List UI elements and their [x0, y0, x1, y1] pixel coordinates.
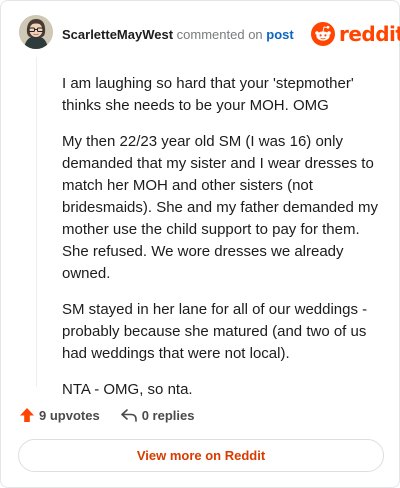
comment-paragraph: My then 22/23 year old SM (I was 16) onl…	[62, 133, 378, 282]
comment-paragraph: I am laughing so hard that your 'stepmot…	[62, 75, 354, 114]
upvote-count: 9 upvotes	[39, 407, 100, 423]
reddit-wordmark: reddit	[339, 22, 400, 46]
username-link[interactable]: ScarletteMayWest	[62, 27, 173, 42]
reddit-logo-icon	[311, 22, 335, 46]
avatar[interactable]	[19, 15, 53, 49]
view-more-button[interactable]: View more on Reddit	[18, 439, 384, 472]
comment-embed-card: ScarletteMayWest commented on post reddi…	[0, 0, 400, 488]
comment-header: ScarletteMayWest commented on post	[62, 27, 294, 43]
reply-count: 0 replies	[141, 407, 195, 423]
comment-paragraph: NTA - OMG, so nta.	[62, 381, 193, 398]
thread-line	[36, 57, 37, 387]
avatar-icon	[19, 15, 53, 49]
upvote-button[interactable]: 9 upvotes	[19, 407, 100, 423]
reply-arrow-icon	[120, 409, 137, 422]
replies-button[interactable]: 0 replies	[120, 407, 195, 423]
reddit-brand[interactable]: reddit	[311, 21, 400, 47]
post-link[interactable]: post	[266, 27, 293, 42]
upvote-arrow-icon	[20, 408, 34, 422]
comment-actions: 9 upvotes 0 replies	[19, 405, 194, 425]
commented-on-text: commented on	[176, 27, 263, 42]
comment-paragraph: SM stayed in her lane for all of our wed…	[62, 301, 368, 362]
comment-body: I am laughing so hard that your 'stepmot…	[62, 73, 382, 415]
